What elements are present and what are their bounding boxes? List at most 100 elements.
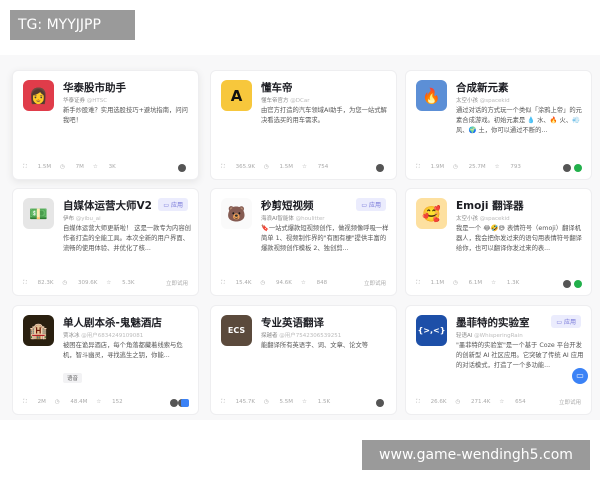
bot-title[interactable]: 合成新元素 — [456, 80, 509, 95]
bot-author[interactable]: 轻语AI @WhisperingRain — [456, 331, 523, 339]
bot-author[interactable]: 华泰证券 @HTSC — [63, 96, 107, 104]
author-handle: @DCar — [290, 98, 310, 104]
author-handle: @spacekid — [479, 98, 510, 104]
author-name: 探越者 — [261, 333, 278, 339]
runs-count: 1.5M — [279, 164, 294, 170]
author-name: 懂车帝官方 — [261, 98, 289, 104]
bot-avatar: {>,<} — [416, 315, 447, 346]
users-count: 82.3K — [37, 280, 54, 286]
platform-icon — [181, 399, 189, 407]
users-icon: ⛶ — [221, 164, 227, 170]
app-badge: ▭ 应用 — [551, 315, 581, 328]
bot-card[interactable]: A 懂车帝 懂车帝官方 @DCar 由官方打造的汽车领域AI助手，为您一站式解决… — [210, 70, 397, 180]
bot-avatar: 🥰 — [416, 198, 447, 229]
runs-count: 7M — [75, 164, 84, 170]
bot-avatar: 👩 — [23, 80, 54, 111]
stars-count: 152 — [112, 399, 123, 405]
bot-author[interactable]: 伊布 @yibu_ai — [63, 214, 101, 222]
bot-title[interactable]: 懂车帝 — [261, 80, 293, 95]
bot-title[interactable]: 华泰股市助手 — [63, 80, 126, 95]
model-avatar-icon — [376, 399, 384, 407]
bot-stats: ⛶ 1.5M ◷ 7M ☆ 3K — [23, 164, 125, 171]
bot-card[interactable]: 🔥 合成新元素 太空小孩 @spacekid 通过对话的方式玩一个类似「涂鸦上帝… — [405, 70, 592, 180]
bot-card[interactable]: 👩 华泰股市助手 华泰证券 @HTSC 新手炒股难？实用选股技巧+避坑指南，问问… — [12, 70, 199, 180]
try-now-link[interactable]: 立即试用 — [364, 279, 386, 287]
star-icon: ☆ — [499, 399, 507, 405]
bot-author[interactable]: 贾冰冰 @用户6834249109081 — [63, 331, 143, 339]
bot-description: 自媒体运营大师更新啦！ 这是一款专为内容创作者打造的全能工具。本次全新的用户界面… — [63, 225, 191, 252]
clock-icon: ◷ — [263, 399, 271, 405]
runs-count: 5.5M — [279, 399, 294, 405]
bot-title[interactable]: Emoji 翻译器 — [456, 198, 524, 213]
author-name: 轻语AI — [456, 333, 473, 339]
bot-author[interactable]: 太空小孩 @spacekid — [456, 214, 510, 222]
author-handle: @HTSC — [86, 98, 108, 104]
bot-card[interactable]: ECS 专业英语翻译 探越者 @用户7542306539251 能翻译所有英语字… — [210, 305, 397, 415]
bot-stats: ⛶ 1.1M ◷ 6.1M ☆ 1.3K — [416, 280, 528, 287]
author-name: 太空小孩 — [456, 98, 479, 104]
users-count: 1.9M — [430, 164, 445, 170]
users-count: 365.9K — [235, 164, 255, 170]
bot-stats: ⛶ 82.3K ◷ 309.6K ☆ 5.3K — [23, 280, 143, 287]
author-handle: @WhisperingRain — [474, 333, 523, 339]
users-count: 15.4K — [235, 280, 252, 286]
users-count: 26.6K — [430, 399, 447, 405]
users-icon: ⛶ — [416, 280, 422, 286]
app-badge-label: 应用 — [368, 202, 381, 209]
author-handle: @用户6834249109081 — [81, 333, 144, 339]
app-badge: ▭ 应用 — [158, 198, 188, 211]
try-now-link[interactable]: 立即试用 — [166, 279, 188, 287]
bot-author[interactable]: 懂车帝官方 @DCar — [261, 96, 309, 104]
star-icon: ☆ — [96, 399, 104, 405]
runs-count: 94.6K — [276, 280, 292, 286]
runs-count: 309.6K — [78, 280, 98, 286]
bot-title[interactable]: 自媒体运营大师V2 — [63, 198, 152, 213]
star-icon: ☆ — [106, 280, 114, 286]
stars-count: 1.3K — [506, 280, 520, 286]
author-name: 华泰证券 — [63, 98, 86, 104]
bot-description: 被困在诡异酒店，每个角落都藏着线索与危机，智斗幽灵，寻找逃生之钥，你能... — [63, 342, 183, 359]
users-icon: ⛶ — [221, 280, 227, 286]
users-count: 145.7K — [235, 399, 255, 405]
bot-title[interactable]: 专业英语翻译 — [261, 315, 324, 330]
star-icon: ☆ — [302, 399, 309, 405]
users-icon: ⛶ — [416, 399, 422, 405]
chat-fab-button[interactable]: ▭ — [572, 368, 588, 384]
bot-avatar: A — [221, 80, 252, 111]
users-count: 1.1M — [430, 280, 445, 286]
bot-card[interactable]: 🏨 单人剧本杀-鬼魅酒店 贾冰冰 @用户6834249109081 被困在诡异酒… — [12, 305, 199, 415]
author-handle: @用户7542306539251 — [279, 333, 342, 339]
author-name: 海浪AI智能体 — [261, 216, 294, 222]
users-count: 1.5M — [37, 164, 52, 170]
bot-stats: ⛶ 26.6K ◷ 271.4K ☆ 654 — [416, 399, 535, 406]
bot-title[interactable]: 单人剧本杀-鬼魅酒店 — [63, 315, 162, 330]
bot-card[interactable]: 💵 自媒体运营大师V2 伊布 @yibu_ai 自媒体运营大师更新啦！ 这是一款… — [12, 188, 199, 296]
model-avatar-icon — [178, 164, 186, 172]
bot-stats: ⛶ 2M ◷ 48.4M ☆ 152 — [23, 399, 132, 406]
model-avatar-icon — [170, 399, 178, 407]
clock-icon: ◷ — [60, 164, 67, 170]
users-icon: ⛶ — [23, 164, 29, 170]
stars-count: 654 — [515, 399, 526, 405]
bot-author[interactable]: 太空小孩 @spacekid — [456, 96, 510, 104]
bot-title[interactable]: 秒剪短视频 — [261, 198, 314, 213]
bot-card[interactable]: {>,<} 墨菲特的实验室 轻语AI @WhisperingRain "墨菲特的… — [405, 305, 592, 415]
star-icon: ☆ — [494, 164, 502, 170]
bot-author[interactable]: 探越者 @用户7542306539251 — [261, 331, 341, 339]
bot-stats: ⛶ 145.7K ◷ 5.5M ☆ 1.5K — [221, 399, 339, 406]
bot-description: 🔖一站式爆款短视频创作，做视频像呼吸一样简单 1、视频制作界的"有图有梗"提供丰… — [261, 225, 389, 252]
bot-title[interactable]: 墨菲特的实验室 — [456, 315, 530, 330]
bot-description: 能翻译所有英语字、词、文章、论文等 — [261, 342, 369, 349]
stars-count: 754 — [317, 164, 329, 170]
bot-avatar: 🐻 — [221, 198, 252, 229]
users-icon: ⛶ — [23, 399, 29, 405]
bot-author[interactable]: 海浪AI智能体 @houlitter — [261, 214, 325, 222]
stars-count: 793 — [510, 164, 521, 170]
bot-card[interactable]: 🐻 秒剪短视频 海浪AI智能体 @houlitter 🔖一站式爆款短视频创作，做… — [210, 188, 397, 296]
runs-count: 48.4M — [70, 399, 88, 405]
bot-card[interactable]: 🥰 Emoji 翻译器 太空小孩 @spacekid 我是一个 😂🤣😅 表情符号… — [405, 188, 592, 296]
clock-icon: ◷ — [260, 280, 268, 286]
bot-stats: ⛶ 15.4K ◷ 94.6K ☆ 848 — [221, 280, 336, 287]
try-now-link[interactable]: 立即试用 — [559, 398, 581, 406]
author-name: 伊布 — [63, 216, 75, 222]
